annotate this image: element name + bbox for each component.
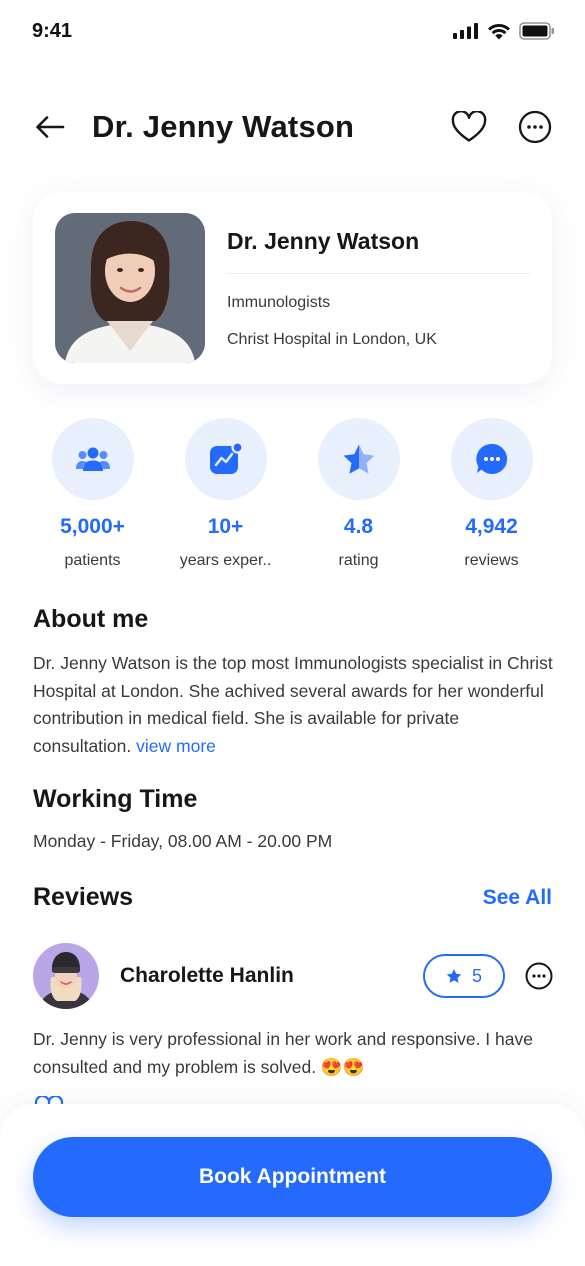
signal-icon [453,23,478,39]
review-rating-value: 5 [471,965,482,986]
working-time-title: Working Time [33,785,198,813]
doctor-profile-card: Dr. Jenny Watson Immunologists Christ Ho… [33,192,552,384]
page-title: Dr. Jenny Watson [92,109,355,144]
status-bar: 9:41 [0,0,585,62]
doctor-name: Dr. Jenny Watson [227,228,530,274]
stat-experience: 10+ years exper.. [159,418,292,578]
people-icon [75,447,110,471]
review-item: Charolette Hanlin 5 Dr. Jenny is very pr… [33,943,553,1081]
see-all-link[interactable]: See All [483,886,552,910]
arrow-left-icon [36,116,65,138]
reviewer-avatar [33,943,99,1009]
stat-label: rating [338,552,379,569]
reviews-title: Reviews [33,883,134,911]
stat-icon-circle [51,418,134,500]
doctor-photo [55,213,205,363]
chart-icon [209,442,243,474]
heart-icon [451,111,487,142]
doctor-info: Dr. Jenny Watson Immunologists Christ Ho… [227,228,530,349]
stat-reviews: 4,942 reviews [425,418,558,578]
status-icons [453,22,555,40]
stat-value: 4.8 [343,515,374,538]
stat-icon-circle [184,418,267,500]
stat-label: years exper.. [179,552,272,569]
star-icon [446,969,462,983]
view-more-link[interactable]: view more [136,736,216,756]
wifi-icon [488,23,510,39]
about-title: About me [33,605,149,633]
more-circle-icon [525,962,553,990]
battery-icon [519,22,554,40]
stat-patients: 5,000+ patients [26,418,159,578]
stat-value: 5,000+ [60,515,125,538]
more-options-button[interactable] [517,109,553,145]
header: Dr. Jenny Watson [0,100,585,154]
review-more-button[interactable] [525,962,553,990]
stat-label: reviews [464,552,519,569]
stat-value: 10+ [207,515,244,538]
review-rating-badge: 5 [423,954,505,998]
stat-icon-circle [450,418,533,500]
review-text: Dr. Jenny is very professional in her wo… [33,1029,533,1077]
book-appointment-button[interactable]: Book Appointment [33,1137,552,1217]
status-time: 9:41 [32,19,73,42]
working-time-text: Monday - Friday, 08.00 AM - 20.00 PM [33,831,333,851]
doctor-hospital: Christ Hospital in London, UK [227,330,437,348]
chat-icon [475,443,507,474]
favorite-button[interactable] [451,109,487,145]
stat-icon-circle [317,418,400,500]
reviewer-name: Charolette Hanlin [120,964,294,987]
star-icon [343,444,374,474]
stats-row: 5,000+ patients 10+ years exper.. 4.8 ra… [26,418,558,578]
about-text: Dr. Jenny Watson is the top most Immunol… [33,650,553,760]
back-button[interactable] [32,109,68,145]
stat-label: patients [64,552,121,569]
more-circle-icon [518,110,552,144]
stat-rating: 4.8 rating [292,418,425,578]
stat-value: 4,942 [465,515,518,538]
doctor-specialty: Immunologists [227,293,331,311]
review-header: Charolette Hanlin 5 [33,943,553,1009]
about-body: Dr. Jenny Watson is the top most Immunol… [33,653,553,756]
